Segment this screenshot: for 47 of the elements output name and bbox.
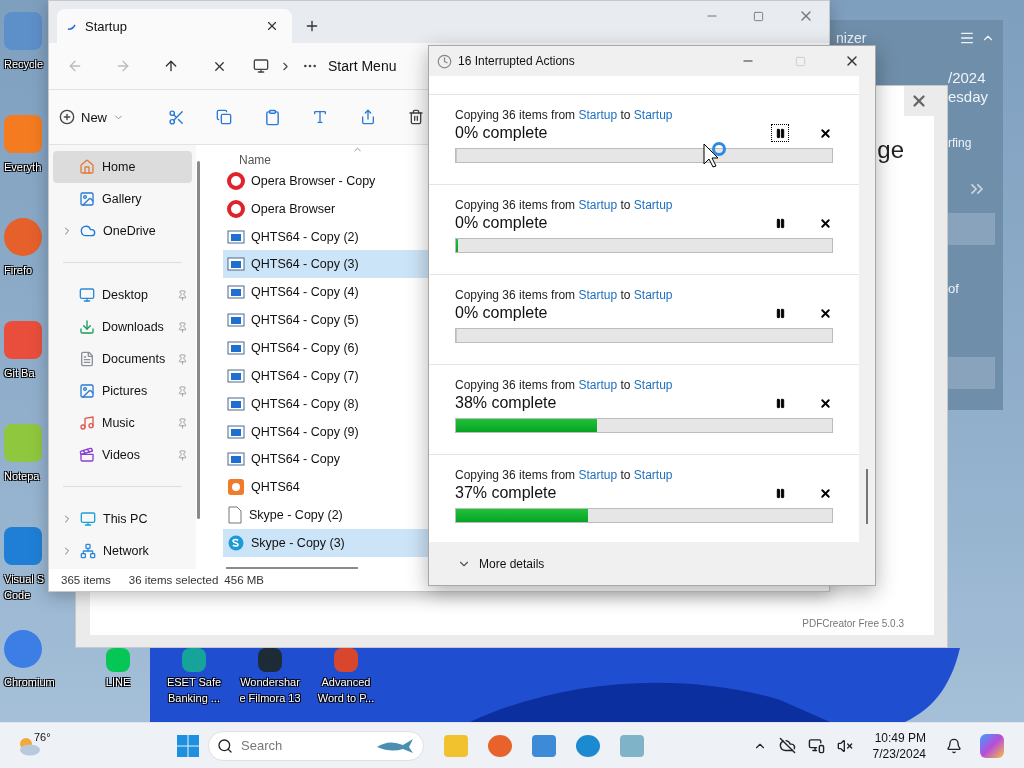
nav-label: Documents xyxy=(102,352,167,366)
nav-label: Downloads xyxy=(102,320,165,334)
operation-description: Copying 36 items from Startup to Startup xyxy=(455,468,674,482)
file-name: QHTS64 - Copy (5) xyxy=(251,313,359,328)
progress-text: 0% complete xyxy=(455,124,549,142)
file-name: Skype - Copy (3) xyxy=(251,536,345,550)
window-title: 16 Interrupted Actions xyxy=(458,54,576,68)
item-count: 365 items xyxy=(61,574,111,586)
file-name: QHTS64 - Copy (9) xyxy=(251,424,359,439)
nav-label: Videos xyxy=(102,448,141,462)
file-name: QHTS64 - Copy (2) xyxy=(251,229,359,244)
widget-text: rfing xyxy=(948,136,973,151)
progress-text: 37% complete xyxy=(455,484,558,502)
selection-count: 36 items selected xyxy=(128,574,219,586)
file-name: QHTS64 - Copy (4) xyxy=(251,285,359,300)
file-name: Skype - Copy (2) xyxy=(249,508,343,523)
widget-text: of xyxy=(948,281,960,297)
nav-label: Gallery xyxy=(102,192,143,206)
widget-weekday: esday xyxy=(948,88,990,106)
file-name: Opera Browser xyxy=(251,201,336,216)
page-heading: ge xyxy=(877,136,904,164)
progress-text: 0% complete xyxy=(455,304,549,322)
nav-label: Pictures xyxy=(102,384,149,398)
operation-description: Copying 36 items from Startup to Startup xyxy=(455,378,674,392)
nav-label: Network xyxy=(103,544,150,558)
file-name: QHTS64 - Copy (8) xyxy=(251,396,359,411)
nav-label: Music xyxy=(102,416,136,430)
file-name: QHTS64 xyxy=(251,480,300,495)
operation-description: Copying 36 items from Startup to Startup xyxy=(455,198,674,212)
file-name: QHTS64 - Copy xyxy=(251,452,340,467)
tab-title: Startup xyxy=(85,18,128,34)
nav-label: Desktop xyxy=(102,288,149,302)
file-name: Opera Browser - Copy xyxy=(251,173,376,188)
nav-label: OneDrive xyxy=(103,224,157,238)
operation-description: Copying 36 items from Startup to Startup xyxy=(455,108,674,122)
selection-size: 456 MB xyxy=(224,574,264,586)
progress-text: 38% complete xyxy=(455,394,558,412)
nav-label: This PC xyxy=(103,512,149,526)
nav-label: Home xyxy=(102,160,137,174)
file-name: QHTS64 - Copy (3) xyxy=(251,257,359,272)
progress-text: 0% complete xyxy=(455,214,549,232)
file-name: QHTS64 - Copy (6) xyxy=(251,340,359,355)
widget-title: nizer xyxy=(836,30,868,46)
operation-description: Copying 36 items from Startup to Startup xyxy=(455,288,674,302)
widget-date: /2024 xyxy=(948,69,987,87)
version-label: PDFCreator Free 5.0.3 xyxy=(802,618,904,629)
file-name: QHTS64 - Copy (7) xyxy=(251,368,359,383)
